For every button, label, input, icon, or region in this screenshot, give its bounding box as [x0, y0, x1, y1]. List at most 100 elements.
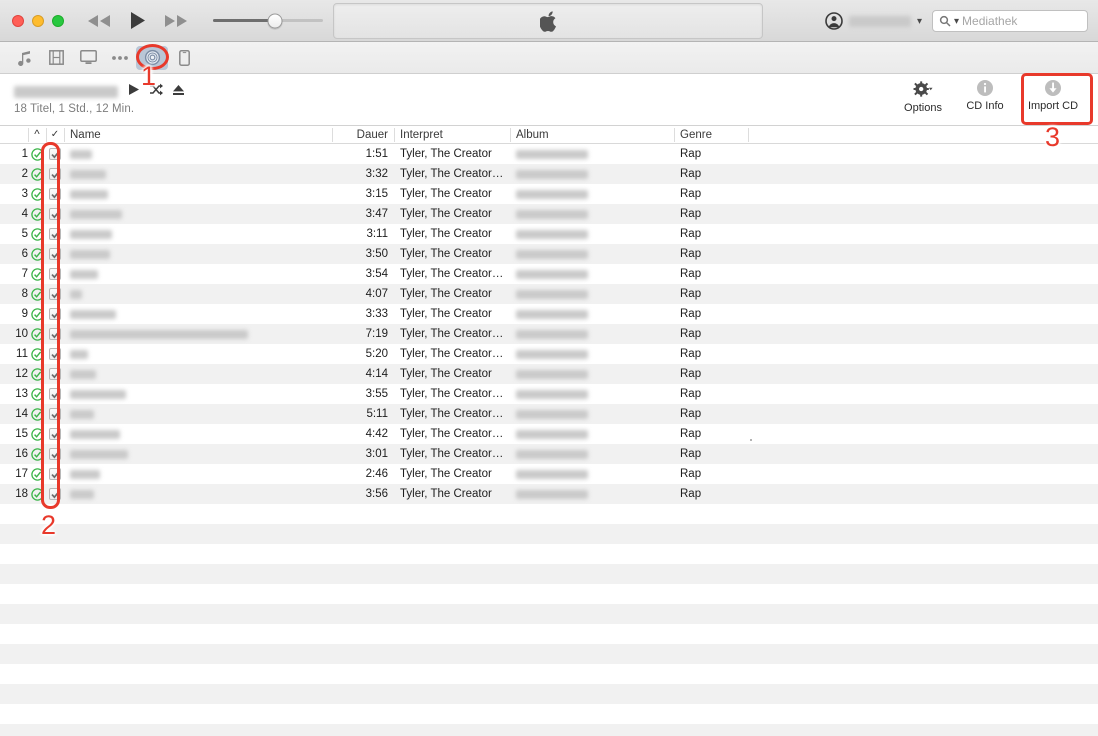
column-header-index[interactable] — [0, 126, 28, 144]
track-album — [510, 284, 674, 304]
track-spacer — [748, 284, 1098, 304]
table-row[interactable]: 15 4:42 Tyler, The Creator… Rap — [0, 424, 1098, 444]
cd-play-button[interactable] — [127, 83, 140, 101]
track-checkbox[interactable] — [46, 324, 64, 344]
track-import-status — [28, 404, 46, 424]
table-row[interactable]: 4 3:47 Tyler, The Creator Rap — [0, 204, 1098, 224]
column-header-duration[interactable]: Dauer — [332, 126, 394, 144]
search-scope-chevron-icon[interactable]: ▾ — [954, 16, 959, 27]
close-button[interactable] — [12, 14, 24, 27]
table-row[interactable]: 5 3:11 Tyler, The Creator Rap — [0, 224, 1098, 244]
fast-forward-icon — [165, 14, 187, 27]
table-row[interactable]: 6 3:50 Tyler, The Creator Rap — [0, 244, 1098, 264]
track-artist: Tyler, The Creator… — [400, 348, 504, 360]
nav-item-device[interactable] — [168, 46, 200, 70]
checkmark-icon — [50, 390, 60, 398]
track-name — [64, 324, 332, 344]
table-row[interactable]: 13 3:55 Tyler, The Creator… Rap — [0, 384, 1098, 404]
column-header-sort[interactable]: ^ — [28, 126, 46, 144]
nav-item-more[interactable] — [104, 46, 136, 70]
track-checkbox[interactable] — [46, 404, 64, 424]
track-duration: 5:20 — [365, 348, 388, 360]
track-duration: 3:15 — [365, 188, 388, 200]
column-header-name[interactable]: Name — [64, 126, 332, 144]
track-checkbox[interactable] — [46, 304, 64, 324]
table-row[interactable]: 10 7:19 Tyler, The Creator… Rap — [0, 324, 1098, 344]
column-header-check[interactable]: ✓ — [46, 126, 64, 144]
track-checkbox[interactable] — [46, 264, 64, 284]
imported-status-icon — [30, 387, 44, 401]
minimize-button[interactable] — [32, 14, 44, 27]
options-button[interactable]: Options — [892, 74, 954, 114]
imported-status-icon — [30, 247, 44, 261]
table-row[interactable]: 17 2:46 Tyler, The Creator Rap — [0, 464, 1098, 484]
track-genre: Rap — [680, 248, 702, 260]
track-checkbox[interactable] — [46, 144, 64, 164]
track-import-status — [28, 284, 46, 304]
track-name — [64, 404, 332, 424]
table-row[interactable]: 18 3:56 Tyler, The Creator Rap — [0, 484, 1098, 504]
empty-row — [0, 684, 1098, 704]
track-checkbox[interactable] — [46, 284, 64, 304]
cd-action-buttons: Options CD Info Import CD — [892, 74, 1090, 126]
cd-info-button[interactable]: CD Info — [954, 74, 1016, 112]
track-artist: Tyler, The Creator — [400, 368, 492, 380]
table-row[interactable]: 1 1:51 Tyler, The Creator Rap — [0, 144, 1098, 164]
track-checkbox[interactable] — [46, 384, 64, 404]
search-field[interactable]: ▾ Mediathek — [932, 10, 1088, 32]
track-checkbox[interactable] — [46, 484, 64, 504]
track-checkbox[interactable] — [46, 344, 64, 364]
table-row[interactable]: 12 4:14 Tyler, The Creator Rap — [0, 364, 1098, 384]
track-genre: Rap — [680, 188, 702, 200]
track-checkbox[interactable] — [46, 204, 64, 224]
track-checkbox[interactable] — [46, 424, 64, 444]
track-checkbox[interactable] — [46, 444, 64, 464]
nav-item-tv-shows[interactable] — [72, 46, 104, 70]
nav-item-music[interactable] — [8, 46, 40, 70]
volume-slider[interactable] — [213, 13, 323, 28]
table-row[interactable]: 11 5:20 Tyler, The Creator… Rap — [0, 344, 1098, 364]
track-genre: Rap — [680, 448, 702, 460]
checkmark-icon — [50, 310, 60, 318]
fast-forward-button[interactable] — [163, 14, 189, 28]
nav-item-audio-cd[interactable] — [136, 45, 168, 70]
imported-status-icon — [30, 287, 44, 301]
table-row[interactable]: 14 5:11 Tyler, The Creator… Rap — [0, 404, 1098, 424]
track-spacer — [748, 464, 1098, 484]
track-checkbox[interactable] — [46, 244, 64, 264]
imported-status-icon — [30, 467, 44, 481]
nav-item-movies[interactable] — [40, 46, 72, 70]
track-import-status — [28, 384, 46, 404]
track-checkbox[interactable] — [46, 364, 64, 384]
column-header-artist[interactable]: Interpret — [394, 126, 510, 144]
track-checkbox[interactable] — [46, 164, 64, 184]
rewind-button[interactable] — [86, 14, 112, 28]
table-row[interactable]: 16 3:01 Tyler, The Creator… Rap — [0, 444, 1098, 464]
track-rows: 1 1:51 Tyler, The Creator Rap 2 3:32 Tyler, Th… — [0, 144, 1098, 504]
track-checkbox[interactable] — [46, 464, 64, 484]
table-row[interactable]: 8 4:07 Tyler, The Creator Rap — [0, 284, 1098, 304]
track-album — [510, 244, 674, 264]
zoom-button[interactable] — [52, 14, 64, 27]
track-checkbox[interactable] — [46, 224, 64, 244]
cd-eject-button[interactable] — [172, 83, 185, 101]
import-cd-button[interactable]: Import CD — [1016, 74, 1090, 112]
column-header-album[interactable]: Album — [510, 126, 674, 144]
table-row[interactable]: 7 3:54 Tyler, The Creator… Rap — [0, 264, 1098, 284]
info-icon — [977, 80, 993, 96]
account-avatar-icon — [825, 12, 843, 30]
track-album — [510, 204, 674, 224]
table-row[interactable]: 3 3:15 Tyler, The Creator Rap — [0, 184, 1098, 204]
table-row[interactable]: 2 3:32 Tyler, The Creator… Rap — [0, 164, 1098, 184]
table-column-headers: ^ ✓ Name Dauer Interpret Album Genre — [0, 126, 1098, 144]
track-checkbox[interactable] — [46, 184, 64, 204]
table-row[interactable]: 9 3:33 Tyler, The Creator Rap — [0, 304, 1098, 324]
account-menu[interactable]: ▾ — [825, 12, 922, 30]
play-button[interactable] — [128, 11, 147, 30]
track-name — [64, 204, 332, 224]
volume-knob[interactable] — [267, 13, 283, 28]
cd-shuffle-button[interactable] — [149, 83, 163, 101]
track-duration: 3:32 — [365, 168, 388, 180]
imported-status-icon — [30, 427, 44, 441]
column-header-genre[interactable]: Genre — [674, 126, 748, 144]
